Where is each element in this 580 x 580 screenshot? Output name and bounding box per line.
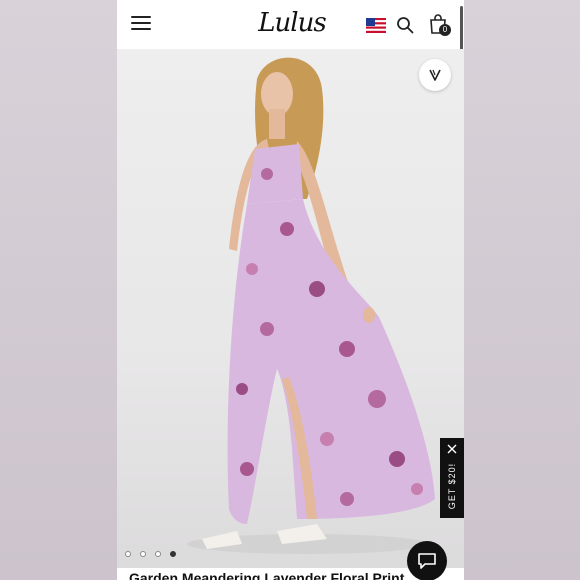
mobile-screen: Lulus 0 GET $20! Garden Meandering Laven… bbox=[117, 0, 464, 580]
us-flag-icon[interactable] bbox=[366, 18, 386, 33]
model-illustration bbox=[187, 57, 435, 554]
close-icon[interactable] bbox=[447, 444, 457, 454]
menu-button[interactable] bbox=[131, 16, 151, 32]
pagination-dot-active[interactable] bbox=[170, 551, 176, 557]
site-header: Lulus 0 bbox=[117, 0, 464, 50]
background-left bbox=[0, 0, 117, 580]
product-title: Garden Meandering Lavender Floral Print bbox=[129, 570, 405, 580]
site-logo[interactable]: Lulus bbox=[257, 8, 327, 38]
pagination-dot[interactable] bbox=[140, 551, 146, 557]
background-right bbox=[464, 0, 580, 580]
product-image[interactable] bbox=[117, 49, 464, 568]
hamburger-icon bbox=[131, 16, 151, 18]
cart-count-badge: 0 bbox=[439, 24, 451, 36]
search-icon[interactable] bbox=[396, 16, 414, 34]
image-pagination bbox=[125, 551, 176, 557]
promo-tab[interactable]: GET $20! bbox=[440, 438, 464, 518]
chat-button[interactable] bbox=[407, 541, 447, 580]
pagination-dot[interactable] bbox=[125, 551, 131, 557]
heart-check-icon bbox=[429, 69, 441, 81]
promo-label: GET $20! bbox=[447, 462, 457, 510]
chat-icon bbox=[418, 553, 436, 569]
wishlist-button[interactable] bbox=[419, 59, 451, 91]
pagination-dot[interactable] bbox=[155, 551, 161, 557]
